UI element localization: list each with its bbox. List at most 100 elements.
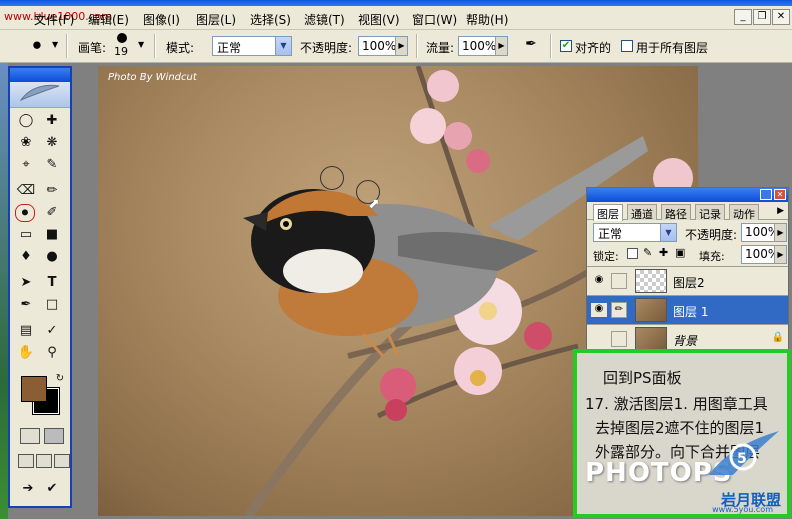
minimize-button[interactable]: _ [734, 9, 752, 25]
opacity-label: 不透明度: [300, 41, 353, 55]
path-select-icon[interactable]: ➤ [16, 274, 36, 292]
quick-mask-icon[interactable] [44, 428, 64, 444]
fill-arrow-icon[interactable]: ▶ [774, 246, 786, 263]
lock-transparency-icon[interactable] [627, 248, 638, 259]
brush-indicator-icon[interactable]: ✏ [611, 302, 627, 318]
visibility-eye-icon[interactable]: ◉ [591, 274, 607, 288]
all-layers-label: 用于所有图层 [636, 41, 709, 55]
menu-help[interactable]: 帮助(H) [466, 11, 508, 28]
flow-label: 流量: [426, 41, 455, 55]
stamp-tool-preset-icon[interactable]: ⚫ [26, 36, 48, 58]
tab-channels[interactable]: 通道 [627, 204, 657, 221]
layers-panel-tabs: 图层 通道 路径 记录 动作 ▶ [587, 202, 788, 221]
fill-input[interactable]: 100% ▶ [741, 245, 787, 264]
panel-menu-arrow-icon[interactable]: ▶ [777, 206, 784, 216]
brush-preview-icon[interactable] [117, 33, 127, 43]
tab-layers[interactable]: 图层 [593, 204, 623, 221]
dodge-tool-icon[interactable]: ● [42, 248, 62, 266]
magic-wand-icon[interactable]: ❋ [42, 134, 62, 152]
slice-tool-icon[interactable]: ✎ [42, 156, 62, 174]
type-tool-icon[interactable]: T [42, 274, 62, 292]
mode-value: 正常 [217, 41, 242, 55]
tab-actions[interactable]: 动作 [729, 204, 759, 221]
photo-credit: Photo By Windcut [108, 72, 197, 83]
clone-stamp-tool-icon[interactable]: ⚫ [15, 204, 35, 222]
opacity-slider-arrow-icon[interactable]: ▶ [395, 37, 407, 55]
feather-logo-icon[interactable] [10, 82, 70, 108]
layer-thumbnail [635, 269, 667, 293]
airbrush-icon[interactable]: ✒ [520, 36, 542, 56]
toolbox-title-bar[interactable] [10, 68, 70, 82]
jump-to-imageready-icon[interactable]: ➔ [18, 480, 38, 498]
menu-bar: www.blue1000.com 文件(F) 编辑(E) 图像(I) 图层(L)… [0, 6, 792, 30]
menu-filter[interactable]: 滤镜(T) [304, 11, 345, 28]
lock-all-icon[interactable]: ▣ [675, 246, 685, 259]
flow-slider-arrow-icon[interactable]: ▶ [495, 37, 507, 55]
shape-tool-icon[interactable]: □ [42, 296, 62, 314]
swap-colors-icon[interactable]: ↻ [50, 370, 70, 388]
menu-file[interactable]: 文件(F) [34, 11, 74, 28]
desktop-edge [0, 63, 8, 519]
healing-brush-icon[interactable]: ⌫ [16, 182, 36, 200]
screen-mode-full-menu-icon[interactable] [36, 454, 52, 468]
tab-paths[interactable]: 路径 [661, 204, 691, 221]
brush-chevron-down-icon[interactable]: ▼ [138, 40, 144, 49]
lock-position-icon[interactable]: ✚ [659, 246, 668, 259]
lasso-tool-icon[interactable]: ❀ [16, 134, 36, 152]
restore-button[interactable]: ❐ [753, 9, 771, 25]
notes-tool-icon[interactable]: ▤ [16, 322, 36, 340]
visibility-eye-icon[interactable]: ◉ [591, 303, 607, 317]
pen-tool-icon[interactable]: ✒ [16, 296, 36, 314]
options-bar: ⚫ ▼ 画笔: 19 ▼ 模式: 正常 ▼ 不透明度: 100% ▶ 流量: 1… [0, 30, 792, 63]
panel-close-button[interactable]: ✕ [774, 189, 786, 200]
imageready-edit-icon[interactable]: ✔ [42, 480, 62, 498]
site-logo-url: www.5you.com [712, 505, 773, 514]
foreground-color-swatch[interactable] [21, 376, 47, 402]
opacity-input[interactable]: 100% ▶ [358, 36, 408, 56]
zoom-tool-icon[interactable]: ⚲ [42, 344, 62, 362]
menu-view[interactable]: 视图(V) [358, 11, 400, 28]
layer-link-box[interactable] [611, 273, 627, 289]
blend-chevron-down-icon: ▼ [660, 224, 676, 241]
layer-row[interactable]: ◉ 图层2 [587, 266, 788, 295]
history-brush-icon[interactable]: ✐ [42, 204, 62, 222]
layers-panel: ✕ 图层 通道 路径 记录 动作 ▶ 正常 ▼ 不透明度: 100% ▶ 锁定:… [586, 187, 789, 357]
menu-edit[interactable]: 编辑(E) [88, 11, 129, 28]
all-layers-checkbox[interactable] [621, 40, 633, 52]
eraser-tool-icon[interactable]: ▭ [16, 226, 36, 244]
visibility-empty-box[interactable] [591, 332, 607, 346]
gradient-tool-icon[interactable]: ■ [42, 226, 62, 244]
standard-mode-icon[interactable] [20, 428, 40, 444]
layer-opacity-input[interactable]: 100% ▶ [741, 223, 787, 242]
menu-image[interactable]: 图像(I) [143, 11, 180, 28]
layers-panel-title-bar[interactable]: ✕ [587, 188, 788, 202]
panel-minimize-button[interactable] [760, 189, 772, 200]
brush-tool-icon[interactable]: ✏ [42, 182, 62, 200]
layer-name: 背景 [673, 334, 698, 348]
source-point-cursor [320, 166, 344, 190]
eyedropper-tool-icon[interactable]: ✓ [42, 322, 62, 340]
brush-label: 画笔: [78, 41, 107, 55]
close-button[interactable]: ✕ [772, 9, 790, 25]
crop-tool-icon[interactable]: ⌖ [16, 156, 36, 174]
lock-label: 锁定: [593, 250, 619, 263]
blend-mode-select[interactable]: 正常 ▼ [593, 223, 677, 242]
layer-opacity-arrow-icon[interactable]: ▶ [774, 224, 786, 241]
flow-input[interactable]: 100% ▶ [458, 36, 508, 56]
layer-row-selected[interactable]: ◉ ✏ 图层 1 [587, 295, 788, 324]
menu-window[interactable]: 窗口(W) [412, 11, 457, 28]
blur-tool-icon[interactable]: ♦ [16, 248, 36, 266]
layer-link-box[interactable] [611, 331, 627, 347]
marquee-tool-icon[interactable]: ◯ [16, 112, 36, 130]
mode-select[interactable]: 正常 ▼ [212, 36, 292, 56]
screen-mode-standard-icon[interactable] [18, 454, 34, 468]
aligned-checkbox[interactable]: ✔ [560, 40, 572, 52]
menu-layer[interactable]: 图层(L) [196, 11, 236, 28]
move-tool-icon[interactable]: ✚ [42, 112, 62, 130]
lock-pixels-icon[interactable]: ✎ [643, 246, 652, 259]
menu-select[interactable]: 选择(S) [250, 11, 291, 28]
tab-history[interactable]: 记录 [695, 204, 725, 221]
preset-chevron-down-icon[interactable]: ▼ [52, 40, 58, 49]
screen-mode-full-icon[interactable] [54, 454, 70, 468]
hand-tool-icon[interactable]: ✋ [16, 344, 36, 362]
